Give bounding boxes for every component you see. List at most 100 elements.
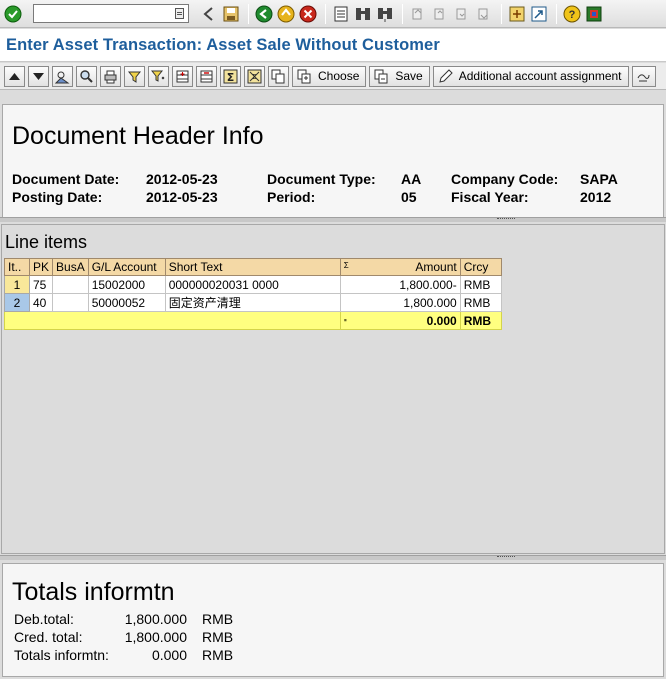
new-session-icon[interactable] (507, 4, 527, 24)
print-list-icon[interactable] (100, 65, 121, 87)
line-items-title: Line items (5, 232, 88, 252)
document-header-title: Document Header Info (12, 122, 264, 150)
fiscal-year-label: Fiscal Year: (451, 189, 529, 205)
filter-icon[interactable] (148, 65, 169, 87)
cred-total-value: 1,800.000 (124, 629, 187, 645)
splitter-bottom[interactable] (0, 555, 666, 560)
save-button[interactable]: Save (369, 65, 430, 87)
insert-row-icon[interactable] (172, 65, 193, 87)
save-button-icon (374, 69, 388, 83)
save-button-label: Save (395, 69, 423, 83)
green-back-icon[interactable] (254, 4, 274, 24)
table-row[interactable]: 1 75 15002000 000000020031 0000 1,800.00… (4, 275, 502, 294)
total-row-blank (4, 311, 341, 330)
cell-short-text: 固定资产清理 (164, 293, 341, 312)
totals-panel: Totals informtn Deb.total: 1,800.000 RMB… (2, 563, 664, 677)
cell-pk: 75 (28, 275, 54, 294)
cell-short-text: 000000020031 0000 (164, 275, 341, 294)
command-history-icon[interactable] (175, 8, 184, 19)
cancel-icon[interactable] (298, 4, 318, 24)
back-arrow-icon[interactable] (199, 4, 219, 24)
line-items-table: It.. PK BusA G/L Account Short Text Σ Am… (4, 258, 502, 330)
next-page-icon[interactable] (452, 4, 472, 24)
application-toolbar: Σ Σ Choose Save Additional account assig… (0, 63, 666, 90)
exit-icon[interactable] (276, 4, 296, 24)
document-date-label: Document Date: (12, 171, 120, 187)
cred-total-currency: RMB (202, 629, 234, 645)
column-header-amount[interactable]: Σ Amount (339, 258, 461, 276)
company-code-value: SAPA (580, 171, 618, 187)
period-value: 05 (401, 189, 417, 205)
total-marker: ▪ (343, 315, 347, 325)
print-icon[interactable] (331, 4, 351, 24)
choose-button[interactable]: Choose (292, 65, 367, 87)
command-field[interactable] (33, 4, 189, 23)
splitter-grip[interactable] (497, 218, 515, 221)
scroll-up-icon[interactable] (4, 65, 25, 87)
sum-marker: Σ (343, 261, 349, 270)
copy-icon[interactable] (268, 65, 289, 87)
checkmark-icon[interactable] (3, 4, 23, 24)
more-icon[interactable] (631, 65, 656, 87)
scroll-down-icon[interactable] (28, 65, 49, 87)
choose-button-label: Choose (318, 69, 360, 83)
toolbar-separator (325, 3, 326, 24)
zoom-icon[interactable] (76, 65, 97, 87)
subtotal-icon[interactable]: Σ (244, 65, 265, 87)
first-page-icon[interactable] (408, 4, 428, 24)
previous-page-icon[interactable] (430, 4, 450, 24)
document-header-panel: Document Header Info Document Date: 2012… (2, 104, 664, 218)
deb-total-value: 1,800.000 (124, 611, 187, 627)
totals-title: Totals informtn (12, 578, 175, 606)
column-header-gl-account[interactable]: G/L Account (87, 258, 166, 276)
row-selector[interactable]: 2 (4, 293, 30, 312)
sort-icon[interactable] (124, 65, 145, 87)
column-header-currency[interactable]: Crcy (459, 258, 502, 276)
row-selector[interactable]: 1 (4, 275, 30, 294)
posting-date-label: Posting Date: (12, 189, 103, 205)
cell-amount: 1,800.000 (339, 293, 461, 312)
cell-busa (52, 293, 89, 312)
line-items-panel: Line items It.. PK BusA G/L Account Shor… (1, 224, 665, 554)
find-next-icon[interactable] (375, 4, 395, 24)
deb-total-currency: RMB (202, 611, 234, 627)
toolbar-separator (556, 3, 557, 24)
totals-information-value: 0.000 (151, 647, 187, 663)
column-header-item[interactable]: It.. (4, 258, 30, 276)
splitter-grip[interactable] (497, 556, 515, 559)
cell-busa (52, 275, 89, 294)
cell-gl-account: 50000052 (87, 293, 166, 312)
column-header-busa[interactable]: BusA (52, 258, 89, 276)
cell-currency: RMB (459, 293, 502, 312)
period-label: Period: (267, 189, 316, 205)
last-page-icon[interactable] (474, 4, 494, 24)
total-row: ▪ 0.000 RMB (4, 311, 502, 330)
find-icon[interactable] (353, 4, 373, 24)
additional-account-assignment-button[interactable]: Additional account assignment (432, 65, 629, 87)
sum-icon[interactable]: Σ (220, 65, 241, 87)
column-header-pk[interactable]: PK (28, 258, 54, 276)
toolbar-separator (248, 3, 249, 24)
svg-text:Σ: Σ (227, 71, 235, 84)
cell-amount: 1,800.000- (339, 275, 461, 294)
totals-information-currency: RMB (202, 647, 234, 663)
system-toolbar: ? (0, 0, 666, 28)
column-header-short-text[interactable]: Short Text (164, 258, 341, 276)
table-header-row: It.. PK BusA G/L Account Short Text Σ Am… (4, 258, 502, 276)
column-header-amount-label: Amount (415, 260, 457, 274)
toolbar-separator (402, 3, 403, 24)
total-currency: RMB (459, 311, 502, 330)
title-bar: Enter Asset Transaction: Asset Sale With… (0, 29, 666, 62)
document-date-value: 2012-05-23 (146, 171, 218, 187)
save-icon[interactable] (221, 4, 241, 24)
delete-row-icon[interactable] (196, 65, 217, 87)
details-icon[interactable] (52, 65, 73, 87)
table-row[interactable]: 2 40 50000052 固定资产清理 1,800.000 RMB (4, 293, 502, 312)
splitter-top[interactable] (0, 217, 666, 222)
total-amount-value: 0.000 (426, 313, 457, 328)
help-icon[interactable]: ? (562, 4, 582, 24)
customize-layout-icon[interactable] (584, 4, 604, 24)
document-type-label: Document Type: (267, 171, 376, 187)
svg-text:?: ? (569, 9, 576, 21)
shortcut-icon[interactable] (529, 4, 549, 24)
